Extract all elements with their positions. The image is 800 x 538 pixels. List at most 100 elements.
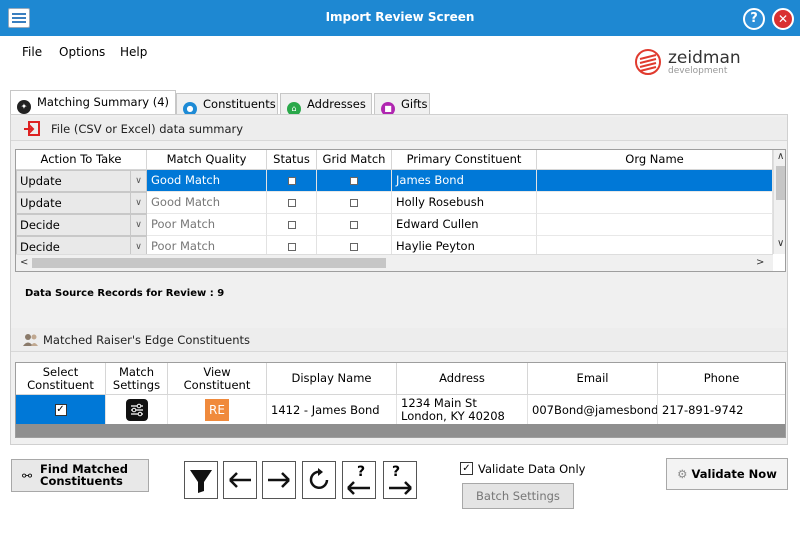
menu-options[interactable]: Options	[59, 45, 105, 61]
grid-match-checkbox[interactable]	[350, 177, 358, 185]
re-badge-icon[interactable]: RE	[205, 398, 229, 421]
col-grid-match[interactable]: Grid Match	[317, 150, 392, 170]
scroll-right-icon[interactable]: >	[756, 257, 764, 268]
status-checkbox[interactable]	[287, 221, 296, 229]
close-icon[interactable]: ✕	[772, 8, 794, 30]
previous-button[interactable]	[223, 461, 257, 499]
display-name-cell: 1412 - James Bond	[267, 395, 397, 424]
grid-match-checkbox-cell	[317, 214, 392, 236]
col-org-name[interactable]: Org Name	[537, 150, 773, 170]
select-constituent-cell: ✓	[16, 395, 106, 424]
col-match-quality[interactable]: Match Quality	[147, 150, 267, 170]
filter-button[interactable]	[184, 461, 218, 499]
scroll-down-icon[interactable]: ∨	[777, 238, 784, 249]
button-label: Validate Now	[691, 467, 777, 481]
tab-label: Gifts	[401, 97, 428, 111]
action-dropdown[interactable]: Update ∨	[16, 170, 147, 192]
people-icon	[23, 334, 38, 346]
import-file-icon	[24, 121, 40, 136]
grid-match-checkbox[interactable]	[350, 243, 358, 251]
match-quality-cell: Poor Match	[147, 236, 267, 255]
status-checkbox[interactable]	[287, 243, 296, 251]
email-cell: 007Bond@jamesbond.	[528, 395, 658, 424]
menu-help[interactable]: Help	[120, 45, 147, 61]
col-label: Match	[118, 364, 155, 379]
grid-match-checkbox-cell	[317, 236, 392, 255]
chevron-down-icon[interactable]: ∨	[130, 215, 146, 235]
previous-unresolved-button[interactable]: ?	[342, 461, 376, 499]
tab-label: Matching Summary (4)	[37, 95, 170, 109]
col-display-name[interactable]: Display Name	[267, 363, 397, 395]
col-phone[interactable]: Phone	[658, 363, 785, 395]
grid-match-checkbox[interactable]	[350, 221, 358, 229]
arrow-right-icon	[268, 472, 290, 488]
logo-subtitle: development	[668, 66, 728, 76]
filter-icon	[190, 470, 212, 493]
button-label: Constituents	[40, 474, 123, 488]
horizontal-scrollbar[interactable]: < >	[16, 254, 773, 271]
chevron-down-icon[interactable]: ∨	[130, 237, 146, 254]
action-dropdown[interactable]: Decide ∨	[16, 236, 147, 255]
col-view-constituent[interactable]: View Constituent	[168, 363, 267, 395]
org-name-cell	[537, 170, 773, 192]
grid-match-checkbox[interactable]	[350, 199, 358, 207]
matched-constituents-header: Matched Raiser's Edge Constituents	[11, 328, 787, 352]
window-title: Import Review Screen	[325, 10, 475, 24]
match-settings-cell	[106, 395, 168, 424]
match-quality-cell: Good Match	[147, 192, 267, 214]
vertical-scrollbar[interactable]: ∧ ∨	[773, 150, 785, 254]
select-constituent-checkbox[interactable]: ✓	[54, 403, 67, 416]
next-button[interactable]	[262, 461, 296, 499]
tab-label: Addresses	[307, 97, 366, 111]
grid-footer-bar	[16, 424, 785, 437]
col-status[interactable]: Status	[267, 150, 317, 170]
action-dropdown[interactable]: Decide ∨	[16, 214, 147, 236]
primary-constituent-cell: Haylie Peyton	[392, 236, 537, 255]
status-checkbox[interactable]	[287, 199, 296, 207]
tab-constituents[interactable]: ● Constituents	[176, 93, 278, 116]
match-quality-cell: Poor Match	[147, 214, 267, 236]
help-icon[interactable]: ?	[743, 8, 765, 30]
refresh-icon	[309, 468, 329, 489]
find-matched-constituents-button[interactable]: ⚯ Find Matched Constituents	[11, 459, 149, 492]
action-dropdown[interactable]: Update ∨	[16, 192, 147, 214]
col-email[interactable]: Email	[528, 363, 658, 395]
scroll-left-icon[interactable]: <	[20, 257, 28, 268]
batch-settings-button[interactable]: Batch Settings	[462, 483, 574, 509]
question-mark: ?	[392, 464, 401, 480]
status-checkbox-cell	[267, 236, 317, 255]
chevron-down-icon[interactable]: ∨	[130, 171, 146, 191]
tab-matching-summary[interactable]: ✦ Matching Summary (4)	[10, 90, 176, 115]
file-summary-header: File (CSV or Excel) data summary	[11, 117, 787, 141]
view-constituent-cell: RE	[168, 395, 267, 424]
validate-data-only-checkbox[interactable]: ✓	[460, 462, 473, 475]
menu-file[interactable]: File	[22, 45, 42, 61]
col-select-constituent[interactable]: Select Constituent	[16, 363, 106, 395]
logo-name: zeidman	[668, 48, 741, 68]
tab-gifts[interactable]: ■ Gifts	[374, 93, 430, 116]
action-value: Update	[20, 174, 62, 188]
sliders-icon[interactable]	[125, 398, 148, 421]
validate-data-only-label: Validate Data Only	[478, 462, 586, 476]
validate-now-button[interactable]: ⚙ Validate Now	[666, 458, 788, 490]
chevron-down-icon[interactable]: ∨	[130, 193, 146, 213]
address-line: London, KY 40208	[401, 408, 505, 423]
vertical-scroll-thumb[interactable]	[776, 166, 785, 200]
primary-constituent-cell: Holly Rosebush	[392, 192, 537, 214]
org-name-cell	[537, 214, 773, 236]
status-checkbox[interactable]	[287, 177, 296, 185]
col-primary-constituent[interactable]: Primary Constituent	[392, 150, 537, 170]
refresh-button[interactable]	[302, 461, 336, 499]
next-unresolved-button[interactable]: ?	[383, 461, 417, 499]
tab-addresses[interactable]: ⌂ Addresses	[280, 93, 372, 116]
col-address[interactable]: Address	[397, 363, 528, 395]
col-action[interactable]: Action To Take	[16, 150, 147, 170]
col-label: Constituent	[183, 377, 251, 392]
matched-constituents-title: Matched Raiser's Edge Constituents	[43, 333, 251, 347]
gear-icon: ⚙	[677, 467, 688, 481]
scroll-up-icon[interactable]: ∧	[777, 151, 784, 162]
col-match-settings[interactable]: Match Settings	[106, 363, 168, 395]
title-bar: Import Review Screen ? ✕	[0, 0, 800, 36]
matched-constituents-grid: Select Constituent Match Settings View Cons…	[15, 362, 786, 438]
horizontal-scroll-thumb[interactable]	[32, 258, 386, 268]
